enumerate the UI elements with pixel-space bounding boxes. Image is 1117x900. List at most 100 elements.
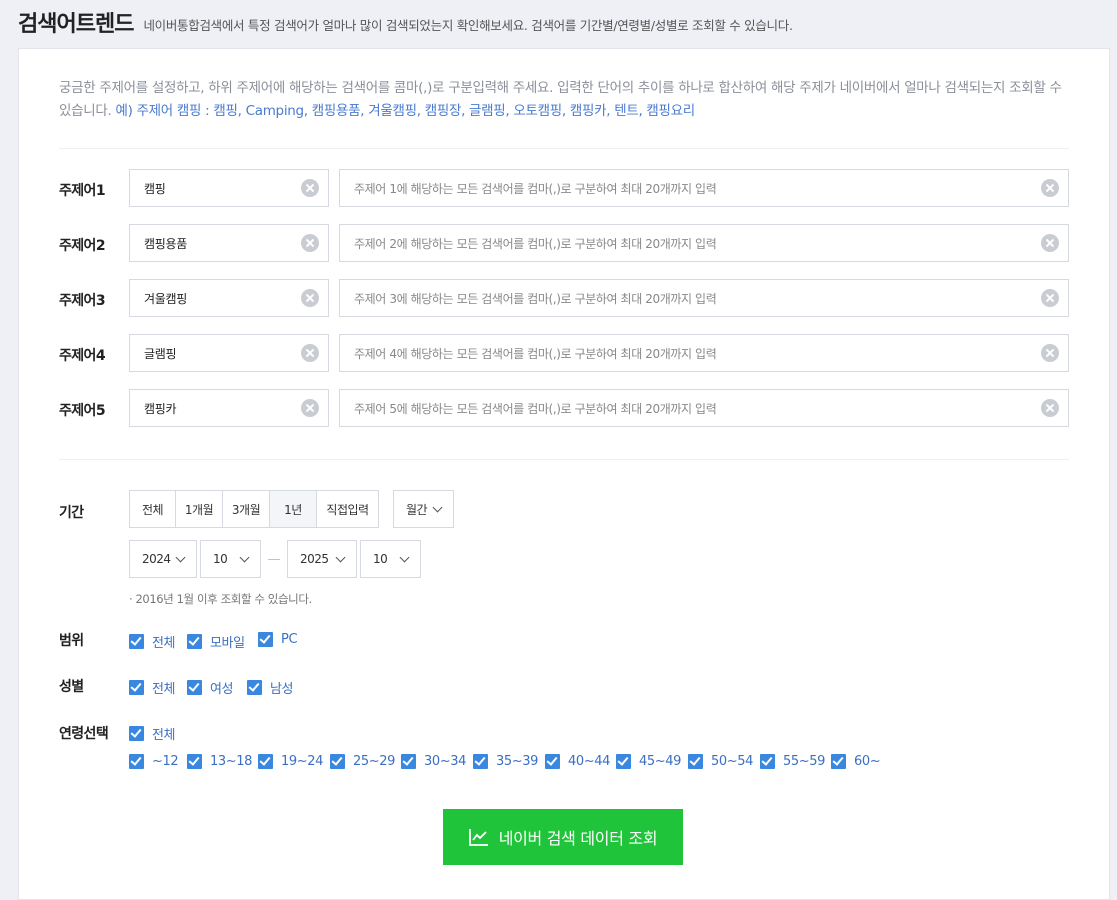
- age-checkbox-13-18[interactable]: 13~18: [187, 754, 252, 769]
- topic-name-input-2[interactable]: 캠핑용품: [129, 224, 329, 262]
- checkbox-checked-icon[interactable]: [187, 634, 202, 649]
- clear-icon[interactable]: [301, 344, 319, 362]
- start-month-select[interactable]: 10: [200, 540, 261, 578]
- checkbox-checked-icon[interactable]: [330, 754, 345, 769]
- checkbox-label[interactable]: 전체: [152, 724, 176, 743]
- checkbox-label[interactable]: 40~44: [568, 754, 610, 769]
- topic-name-input-3[interactable]: 겨울캠핑: [129, 279, 329, 317]
- checkbox-label[interactable]: 전체: [152, 678, 176, 697]
- checkbox-label[interactable]: 모바일: [210, 632, 245, 651]
- gender-female-checkbox[interactable]: 여성: [187, 678, 234, 697]
- checkbox-checked-icon[interactable]: [247, 680, 262, 695]
- topic-name-value[interactable]: 캠핑: [130, 180, 301, 197]
- topic-name-value[interactable]: 겨울캠핑: [130, 290, 301, 307]
- age-checkbox-35-39[interactable]: 35~39: [473, 754, 538, 769]
- clear-icon[interactable]: [301, 179, 319, 197]
- checkbox-label[interactable]: 25~29: [353, 754, 395, 769]
- checkbox-label[interactable]: PC: [281, 632, 298, 647]
- checkbox-label[interactable]: 남성: [270, 678, 294, 697]
- topic-name-input-4[interactable]: 글램핑: [129, 334, 329, 372]
- chevron-down-icon: [239, 552, 250, 562]
- topic-keywords-input-4[interactable]: 주제어 4에 해당하는 모든 검색어를 컴마(,)로 구분하여 최대 20개까지…: [339, 334, 1069, 372]
- age-checkbox-45-49[interactable]: 45~49: [616, 754, 681, 769]
- topic-name-value[interactable]: 캠핑용품: [130, 235, 301, 252]
- topic-keywords-input-3[interactable]: 주제어 3에 해당하는 모든 검색어를 컴마(,)로 구분하여 최대 20개까지…: [339, 279, 1069, 317]
- age-checkbox-25-29[interactable]: 25~29: [330, 754, 395, 769]
- checkbox-label[interactable]: 30~34: [424, 754, 466, 769]
- checkbox-checked-icon[interactable]: [129, 726, 144, 741]
- topic-keywords-input-1[interactable]: 주제어 1에 해당하는 모든 검색어를 컴마(,)로 구분하여 최대 20개까지…: [339, 169, 1069, 207]
- gender-male-checkbox[interactable]: 남성: [247, 678, 294, 697]
- clear-icon[interactable]: [1041, 399, 1059, 417]
- age-checkbox-55-59[interactable]: 55~59: [760, 754, 825, 769]
- age-checkbox-under12[interactable]: ~12: [129, 754, 179, 769]
- checkbox-checked-icon[interactable]: [129, 754, 144, 769]
- checkbox-checked-icon[interactable]: [401, 754, 416, 769]
- checkbox-label[interactable]: 45~49: [639, 754, 681, 769]
- topic-name-value[interactable]: 캠핑카: [130, 400, 301, 417]
- checkbox-label[interactable]: 55~59: [783, 754, 825, 769]
- age-checkbox-30-34[interactable]: 30~34: [401, 754, 466, 769]
- checkbox-checked-icon[interactable]: [187, 680, 202, 695]
- checkbox-label[interactable]: 13~18: [210, 754, 252, 769]
- checkbox-label[interactable]: 여성: [210, 678, 234, 697]
- topic-keywords-placeholder[interactable]: 주제어 2에 해당하는 모든 검색어를 컴마(,)로 구분하여 최대 20개까지…: [340, 235, 1041, 252]
- period-custom-button[interactable]: 직접입력: [317, 491, 378, 527]
- topic-keywords-placeholder[interactable]: 주제어 1에 해당하는 모든 검색어를 컴마(,)로 구분하여 최대 20개까지…: [340, 180, 1041, 197]
- scope-mobile-checkbox[interactable]: 모바일: [187, 632, 245, 651]
- page-description: 네이버통합검색에서 특정 검색어가 얼마나 많이 검색되었는지 확인해보세요. …: [143, 18, 793, 33]
- checkbox-checked-icon[interactable]: [129, 680, 144, 695]
- topic-keywords-placeholder[interactable]: 주제어 5에 해당하는 모든 검색어를 컴마(,)로 구분하여 최대 20개까지…: [340, 400, 1041, 417]
- age-checkbox-60plus[interactable]: 60~: [831, 754, 881, 769]
- topic-keywords-input-5[interactable]: 주제어 5에 해당하는 모든 검색어를 컴마(,)로 구분하여 최대 20개까지…: [339, 389, 1069, 427]
- checkbox-checked-icon[interactable]: [545, 754, 560, 769]
- start-year-select[interactable]: 2024: [129, 540, 197, 578]
- checkbox-checked-icon[interactable]: [129, 634, 144, 649]
- topic-keywords-placeholder[interactable]: 주제어 4에 해당하는 모든 검색어를 컴마(,)로 구분하여 최대 20개까지…: [340, 345, 1041, 362]
- topic-name-value[interactable]: 글램핑: [130, 345, 301, 362]
- clear-icon[interactable]: [1041, 179, 1059, 197]
- period-all-button[interactable]: 전체: [130, 491, 176, 527]
- interval-select[interactable]: 월간: [393, 490, 454, 528]
- checkbox-checked-icon[interactable]: [258, 754, 273, 769]
- naver-search-data-button[interactable]: 네이버 검색 데이터 조회: [443, 809, 683, 865]
- topic-keywords-input-2[interactable]: 주제어 2에 해당하는 모든 검색어를 컴마(,)로 구분하여 최대 20개까지…: [339, 224, 1069, 262]
- checkbox-checked-icon[interactable]: [831, 754, 846, 769]
- clear-icon[interactable]: [301, 234, 319, 252]
- topic-label-3: 주제어3: [59, 293, 106, 309]
- topic-name-input-1[interactable]: 캠핑: [129, 169, 329, 207]
- period-1year-button[interactable]: 1년: [270, 491, 317, 527]
- checkbox-checked-icon[interactable]: [688, 754, 703, 769]
- clear-icon[interactable]: [301, 399, 319, 417]
- scope-pc-checkbox[interactable]: PC: [258, 632, 298, 647]
- age-checkbox-19-24[interactable]: 19~24: [258, 754, 323, 769]
- checkbox-checked-icon[interactable]: [760, 754, 775, 769]
- period-1month-button[interactable]: 1개월: [176, 491, 223, 527]
- checkbox-checked-icon[interactable]: [616, 754, 631, 769]
- gender-all-checkbox[interactable]: 전체: [129, 678, 176, 697]
- checkbox-label[interactable]: 19~24: [281, 754, 323, 769]
- end-month-select[interactable]: 10: [360, 540, 421, 578]
- checkbox-label[interactable]: ~12: [152, 754, 179, 769]
- checkbox-checked-icon[interactable]: [473, 754, 488, 769]
- clear-icon[interactable]: [1041, 344, 1059, 362]
- checkbox-label[interactable]: 35~39: [496, 754, 538, 769]
- end-year-select[interactable]: 2025: [287, 540, 357, 578]
- period-3month-button[interactable]: 3개월: [223, 491, 270, 527]
- search-button-label[interactable]: 네이버 검색 데이터 조회: [499, 825, 658, 849]
- checkbox-label[interactable]: 50~54: [711, 754, 753, 769]
- age-checkbox-40-44[interactable]: 40~44: [545, 754, 610, 769]
- age-checkbox-50-54[interactable]: 50~54: [688, 754, 753, 769]
- checkbox-label[interactable]: 60~: [854, 754, 881, 769]
- end-year-value: 2025: [300, 552, 329, 566]
- scope-all-checkbox[interactable]: 전체: [129, 632, 176, 651]
- age-all-checkbox[interactable]: 전체: [129, 724, 176, 743]
- topic-name-input-5[interactable]: 캠핑카: [129, 389, 329, 427]
- topic-keywords-placeholder[interactable]: 주제어 3에 해당하는 모든 검색어를 컴마(,)로 구분하여 최대 20개까지…: [340, 290, 1041, 307]
- clear-icon[interactable]: [1041, 289, 1059, 307]
- clear-icon[interactable]: [1041, 234, 1059, 252]
- checkbox-label[interactable]: 전체: [152, 632, 176, 651]
- checkbox-checked-icon[interactable]: [187, 754, 202, 769]
- clear-icon[interactable]: [301, 289, 319, 307]
- checkbox-checked-icon[interactable]: [258, 632, 273, 647]
